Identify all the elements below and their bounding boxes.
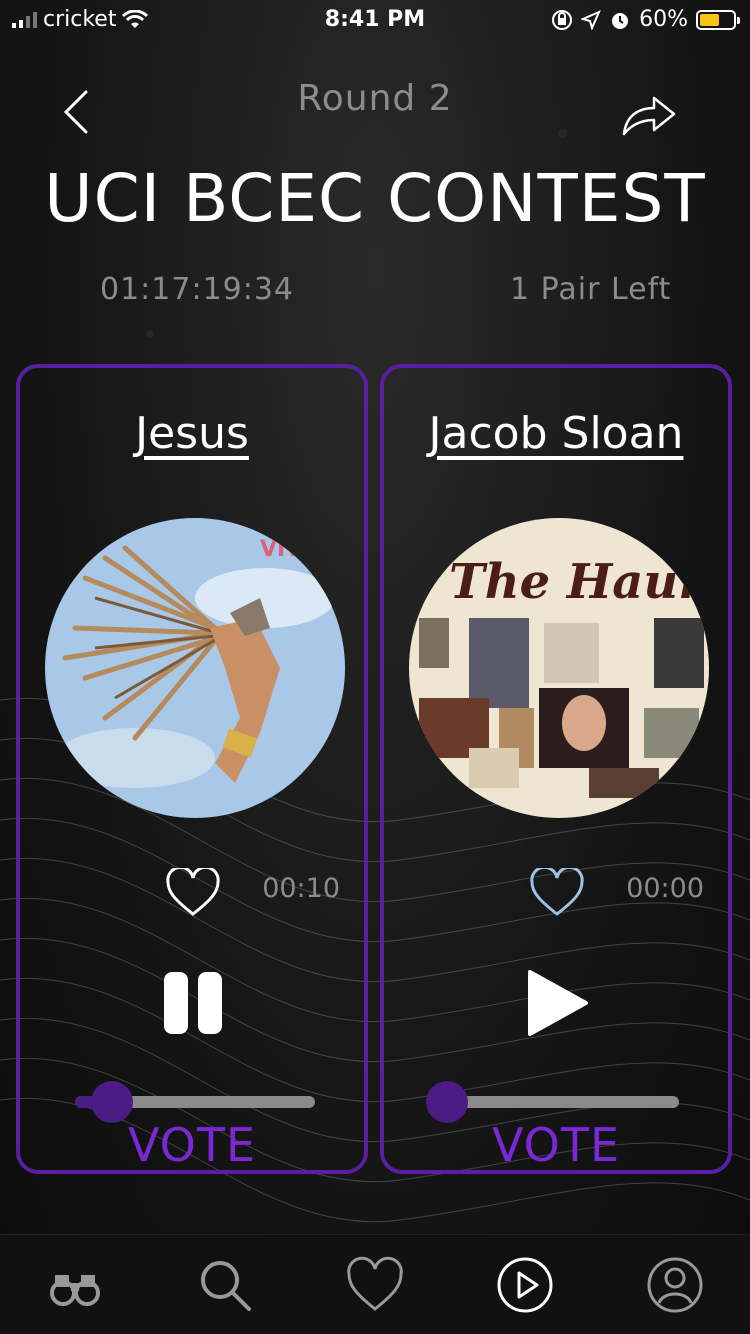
artist-name-link[interactable]: Jacob Sloan <box>384 408 728 459</box>
search-icon[interactable] <box>195 1255 255 1315</box>
share-arrow-icon[interactable] <box>620 92 678 138</box>
playback-slider-knob[interactable] <box>426 1081 468 1123</box>
battery-icon <box>696 9 740 30</box>
profile-icon[interactable] <box>645 1255 705 1315</box>
play-circle-icon[interactable] <box>495 1255 555 1315</box>
artist-name-link[interactable]: Jesus <box>20 408 364 459</box>
playback-slider[interactable] <box>426 1081 679 1123</box>
contestant-card-left: Jesus VIV 00:10 VOTE <box>16 364 368 1174</box>
pause-icon[interactable] <box>158 968 228 1038</box>
track-elapsed-time: 00:00 <box>626 873 704 904</box>
playback-slider-knob[interactable] <box>91 1081 133 1123</box>
album-cover-right[interactable]: The Haunts <box>409 518 709 818</box>
heart-icon[interactable] <box>345 1255 405 1315</box>
svg-text:The Haunts: The Haunts <box>449 554 709 610</box>
binoculars-icon[interactable] <box>45 1255 105 1315</box>
status-right: 60% <box>551 7 740 32</box>
vote-button[interactable]: VOTE <box>20 1118 364 1172</box>
album-cover-the-haunts-icon: The Haunts <box>409 518 709 818</box>
tab-bar <box>0 1234 750 1334</box>
contest-title: UCI BCEC CONTEST <box>44 160 706 237</box>
svg-text:VIV: VIV <box>260 537 302 562</box>
status-bar: cricket 8:41 PM 60% <box>0 0 750 40</box>
like-heart-icon[interactable] <box>165 868 221 918</box>
rotation-lock-icon <box>552 9 573 30</box>
contestant-card-right: Jacob Sloan The Haunts 00:00 VOTE <box>380 364 732 1174</box>
alarm-icon <box>612 12 629 29</box>
countdown-timer: 01:17:19:34 <box>100 272 295 307</box>
vote-button[interactable]: VOTE <box>384 1118 728 1172</box>
playback-slider[interactable] <box>75 1081 315 1123</box>
album-cover-feathered-dancer-icon: VIV <box>45 518 345 818</box>
play-icon[interactable] <box>522 968 592 1038</box>
location-icon <box>581 9 602 30</box>
track-elapsed-time: 00:10 <box>262 873 340 904</box>
album-cover-left[interactable]: VIV <box>45 518 345 818</box>
like-heart-icon[interactable] <box>529 868 585 918</box>
pairs-left: 1 Pair Left <box>510 272 672 307</box>
battery-percent: 60% <box>639 7 688 32</box>
